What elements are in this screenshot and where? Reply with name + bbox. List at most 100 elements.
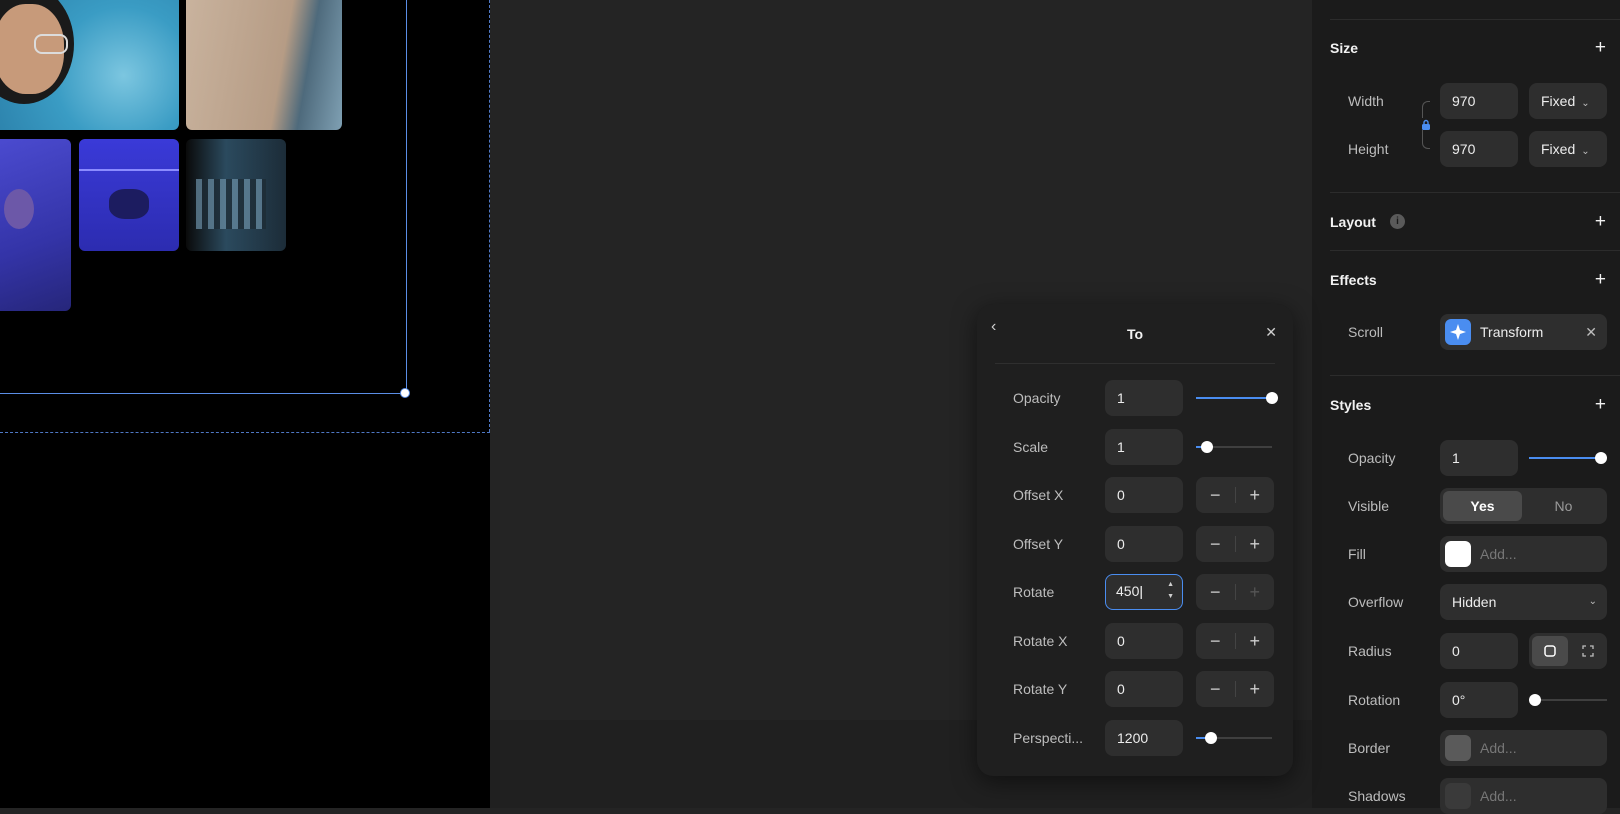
popover-rotate-stepper[interactable]: − + <box>1196 574 1274 610</box>
popover-rotate-x-value: 0 <box>1117 633 1125 649</box>
overflow-select[interactable]: Hidden ⌄ <box>1440 584 1607 620</box>
shadows-swatch[interactable] <box>1445 783 1471 809</box>
add-style-icon[interactable]: + <box>1595 395 1606 414</box>
border-swatch[interactable] <box>1445 735 1471 761</box>
visible-toggle[interactable]: Yes No <box>1440 488 1607 524</box>
transform-to-popover: ‹ To ✕ Opacity 1 Scale 1 Offset X 0− + Offset Y… <box>977 304 1293 776</box>
plus-icon[interactable]: + <box>1236 485 1275 506</box>
height-mode-value: Fixed <box>1541 141 1576 157</box>
popover-rotate-y-stepper[interactable]: − + <box>1196 671 1274 707</box>
popover-rotate-y-value: 0 <box>1117 681 1125 697</box>
width-label: Width <box>1348 93 1384 109</box>
radius-uniform-option[interactable] <box>1532 636 1568 666</box>
popover-offset-y-label: Offset Y <box>1013 536 1064 552</box>
shadows-placeholder: Add... <box>1480 788 1517 804</box>
fill-field[interactable]: Add... <box>1440 536 1607 572</box>
visible-label: Visible <box>1348 498 1389 514</box>
rotation-input[interactable]: 0° <box>1440 682 1518 718</box>
radius-individual-option[interactable] <box>1570 636 1606 666</box>
styles-section-title: Styles <box>1330 397 1372 413</box>
popover-offset-x-stepper[interactable]: − + <box>1196 477 1274 513</box>
popover-offset-y-stepper[interactable]: − + <box>1196 526 1274 562</box>
opacity-slider-knob[interactable] <box>1595 452 1607 464</box>
layout-section-title: Layout <box>1330 214 1376 230</box>
minus-icon[interactable]: − <box>1196 485 1235 506</box>
popover-rotate-value: 450 <box>1116 583 1140 599</box>
popover-rotate-x-stepper[interactable]: − + <box>1196 623 1274 659</box>
popover-rotate-x-label: Rotate X <box>1013 633 1068 649</box>
minus-icon[interactable]: − <box>1196 582 1235 603</box>
remove-effect-icon[interactable]: ✕ <box>1585 314 1597 350</box>
popover-opacity-slider-fill <box>1196 397 1272 399</box>
popover-perspecti-input[interactable]: 1200 <box>1105 720 1183 756</box>
properties-panel: Size + Width 970 Fixed ⌄ Height 970 Fixed… <box>1312 0 1620 814</box>
chevron-down-icon: ⌄ <box>1581 146 1590 157</box>
selection-outline <box>0 0 407 394</box>
popover-divider <box>995 363 1275 364</box>
plus-icon[interactable]: + <box>1236 679 1275 700</box>
fill-swatch[interactable] <box>1445 541 1471 567</box>
width-mode-value: Fixed <box>1541 93 1576 109</box>
border-field[interactable]: Add... <box>1440 730 1607 766</box>
popover-offset-x-label: Offset X <box>1013 487 1064 503</box>
popover-offset-x-input[interactable]: 0 <box>1105 477 1183 513</box>
minus-icon[interactable]: − <box>1196 631 1235 652</box>
popover-offset-y-value: 0 <box>1117 536 1125 552</box>
fill-label: Fill <box>1348 546 1366 562</box>
frame-guide-horizontal <box>0 432 490 433</box>
lock-icon[interactable] <box>1420 118 1432 130</box>
popover-opacity-input[interactable]: 1 <box>1105 380 1183 416</box>
height-mode-select[interactable]: Fixed ⌄ <box>1529 131 1607 167</box>
popover-rotate-label: Rotate <box>1013 584 1055 600</box>
plus-icon[interactable]: + <box>1236 582 1275 603</box>
popover-scale-input[interactable]: 1 <box>1105 429 1183 465</box>
add-size-icon[interactable]: + <box>1595 38 1606 57</box>
add-effect-icon[interactable]: + <box>1595 270 1606 289</box>
size-section-title: Size <box>1330 40 1359 56</box>
width-input[interactable]: 970 <box>1440 83 1518 119</box>
minus-icon[interactable]: − <box>1196 534 1235 555</box>
opacity-input[interactable]: 1 <box>1440 440 1518 476</box>
chevron-down-icon: ⌄ <box>1581 98 1590 109</box>
popover-opacity-value: 1 <box>1117 390 1125 406</box>
sparkle-icon <box>1445 319 1471 345</box>
popover-scale-label: Scale <box>1013 439 1049 455</box>
resize-handle[interactable] <box>400 388 410 398</box>
visible-yes-option[interactable]: Yes <box>1443 491 1522 521</box>
popover-rotate-x-input[interactable]: 0 <box>1105 623 1183 659</box>
opacity-slider-fill <box>1529 457 1601 459</box>
shadows-field[interactable]: Add... <box>1440 778 1607 814</box>
border-label: Border <box>1348 740 1391 756</box>
canvas-frame[interactable] <box>0 0 490 808</box>
popover-scale-value: 1 <box>1117 439 1125 455</box>
popover-perspecti-label: Perspecti... <box>1013 730 1084 746</box>
shadows-label: Shadows <box>1348 788 1406 804</box>
scroll-effect-pill[interactable]: Transform ✕ <box>1440 314 1607 350</box>
radius-mode-toggle[interactable] <box>1529 633 1607 669</box>
spinner-arrows-icon[interactable]: ▲ ▼ <box>1167 579 1174 603</box>
minus-icon[interactable]: − <box>1196 679 1235 700</box>
plus-icon[interactable]: + <box>1236 534 1275 555</box>
height-input[interactable]: 970 <box>1440 131 1518 167</box>
radius-label: Radius <box>1348 643 1392 659</box>
opacity-label: Opacity <box>1348 450 1396 466</box>
popover-rotate-input[interactable]: 450| ▲ ▼ <box>1105 574 1183 610</box>
width-mode-select[interactable]: Fixed ⌄ <box>1529 83 1607 119</box>
popover-title: To <box>1126 326 1144 342</box>
popover-rotate-y-input[interactable]: 0 <box>1105 671 1183 707</box>
popover-offset-x-value: 0 <box>1117 487 1125 503</box>
add-layout-icon[interactable]: + <box>1595 212 1606 231</box>
popover-scale-slider-knob[interactable] <box>1201 441 1213 453</box>
visible-no-option[interactable]: No <box>1524 491 1603 521</box>
popover-opacity-slider-knob[interactable] <box>1266 392 1278 404</box>
popover-perspecti-value: 1200 <box>1117 730 1149 746</box>
plus-icon[interactable]: + <box>1236 631 1275 652</box>
overflow-label: Overflow <box>1348 594 1404 610</box>
info-icon[interactable]: i <box>1390 214 1405 229</box>
rotation-slider-knob[interactable] <box>1529 694 1541 706</box>
fill-placeholder: Add... <box>1480 546 1517 562</box>
radius-input[interactable]: 0 <box>1440 633 1518 669</box>
popover-offset-y-input[interactable]: 0 <box>1105 526 1183 562</box>
popover-perspecti-slider-knob[interactable] <box>1205 732 1217 744</box>
close-icon[interactable]: ✕ <box>1265 324 1277 341</box>
